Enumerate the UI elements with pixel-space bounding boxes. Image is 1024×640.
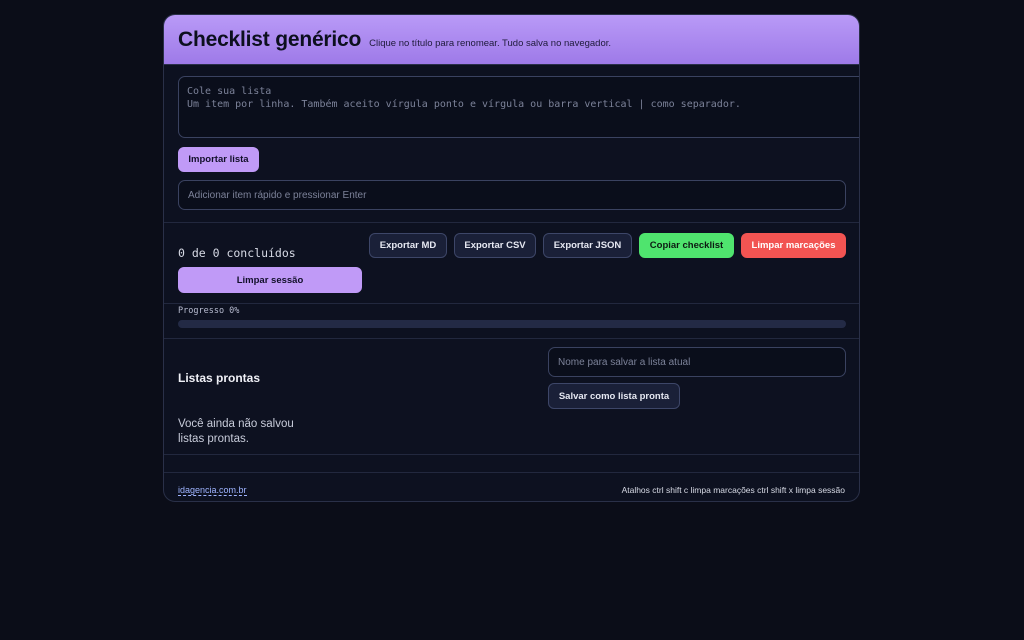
export-md-button[interactable]: Exportar MD xyxy=(369,233,447,258)
list-name-input[interactable]: Nome para salvar a lista atual xyxy=(548,347,846,377)
checklist-card: Checklist genérico Clique no título para… xyxy=(163,14,860,502)
progress-section: Progresso 0% xyxy=(164,304,859,339)
clear-session-button[interactable]: Limpar sessão xyxy=(178,267,362,293)
clear-marks-button[interactable]: Limpar marcações xyxy=(741,233,846,258)
progress-bar xyxy=(178,320,846,328)
import-section: Cole sua lista Um item por linha. Também… xyxy=(164,65,859,223)
header: Checklist genérico Clique no título para… xyxy=(164,15,859,65)
spacer-divider xyxy=(164,455,859,473)
quick-add-input[interactable]: Adicionar item rápido e pressionar Enter xyxy=(178,180,846,210)
page-subtitle: Clique no título para renomear. Tudo sal… xyxy=(369,37,612,49)
progress-label: Progresso 0% xyxy=(178,306,240,316)
export-json-button[interactable]: Exportar JSON xyxy=(543,233,632,258)
footer-site-link[interactable]: idagencia.com.br xyxy=(178,485,247,496)
ready-lists-title: Listas prontas xyxy=(178,371,261,385)
completed-count: 0 de 0 concluídos xyxy=(178,246,296,260)
ready-lists-empty-message: Você ainda não salvou listas prontas. xyxy=(178,418,294,445)
keyboard-shortcuts-hint: Atalhos ctrl shift c limpa marcações ctr… xyxy=(621,485,845,495)
import-list-button[interactable]: Importar lista xyxy=(178,147,259,172)
save-ready-list-button[interactable]: Salvar como lista pronta xyxy=(548,383,680,409)
page-title[interactable]: Checklist genérico xyxy=(178,28,361,52)
footer: idagencia.com.br Atalhos ctrl shift c li… xyxy=(164,473,859,501)
copy-checklist-button[interactable]: Copiar checklist xyxy=(639,233,734,258)
status-section: 0 de 0 concluídos Exportar MD Exportar C… xyxy=(164,223,859,304)
list-paste-textarea[interactable]: Cole sua lista Um item por linha. Também… xyxy=(178,76,859,138)
export-csv-button[interactable]: Exportar CSV xyxy=(454,233,536,258)
ready-lists-section: Listas prontas Você ainda não salvou lis… xyxy=(164,339,859,455)
